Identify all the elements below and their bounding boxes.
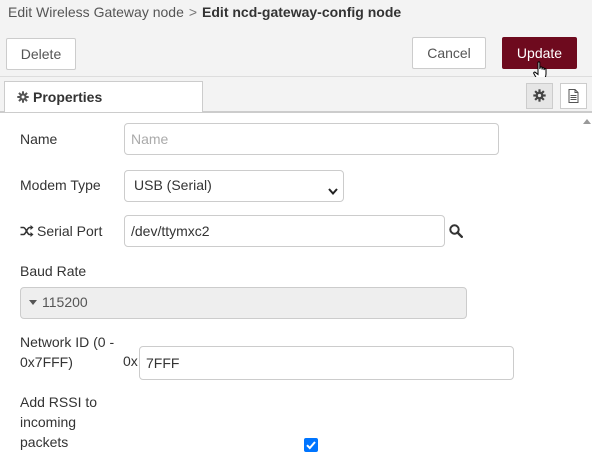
settings-tab-button[interactable] <box>526 83 553 109</box>
name-input[interactable] <box>124 123 499 155</box>
network-id-label-line1: Network ID (0 - <box>20 334 115 350</box>
rssi-checkbox[interactable] <box>304 438 318 452</box>
shuffle-icon <box>20 222 34 237</box>
serial-port-label-row: Serial Port <box>20 221 102 241</box>
serial-port-label: Serial Port <box>37 223 103 239</box>
delete-button[interactable]: Delete <box>6 38 76 70</box>
tab-bar: Properties <box>0 77 592 113</box>
editor-toolbar: Delete Cancel Update <box>0 28 592 77</box>
breadcrumb-parent[interactable]: Edit Wireless Gateway node <box>8 4 184 20</box>
chevron-down-icon <box>328 182 338 198</box>
modem-type-label: Modem Type <box>20 177 101 193</box>
scroll-up-arrow-icon[interactable] <box>583 119 591 124</box>
checkmark-icon <box>306 441 316 450</box>
scrollbar[interactable] <box>580 112 592 469</box>
name-label: Name <box>20 131 58 147</box>
rssi-label-line3: packets <box>20 434 69 450</box>
rssi-label-line2: incoming <box>20 414 77 430</box>
caret-down-icon <box>29 300 37 305</box>
serial-port-input[interactable] <box>124 215 445 247</box>
tab-properties[interactable]: Properties <box>4 81 203 113</box>
description-tab-button[interactable] <box>560 83 587 109</box>
modem-type-value: USB (Serial) <box>134 177 212 193</box>
network-id-prefix: 0x <box>123 353 138 369</box>
breadcrumb-separator: > <box>188 4 198 20</box>
rssi-label-line1: Add RSSI to <box>20 394 98 410</box>
search-icon[interactable] <box>449 224 464 241</box>
cancel-button[interactable]: Cancel <box>412 37 486 69</box>
gear-icon <box>17 90 29 103</box>
network-id-label-line2: 0x7FFF) <box>20 354 73 370</box>
breadcrumb-current: Edit ncd-gateway-config node <box>202 4 402 20</box>
gear-icon <box>533 89 546 102</box>
baud-rate-field[interactable]: 115200 <box>20 287 467 319</box>
network-id-input[interactable] <box>139 346 514 380</box>
baud-rate-value: 115200 <box>42 294 88 310</box>
document-icon <box>568 89 579 103</box>
baud-rate-label: Baud Rate <box>20 263 87 279</box>
tab-properties-label: Properties <box>33 89 103 105</box>
modem-type-select[interactable]: USB (Serial) <box>124 170 344 202</box>
breadcrumb: Edit Wireless Gateway node > Edit ncd-gate… <box>0 0 592 28</box>
